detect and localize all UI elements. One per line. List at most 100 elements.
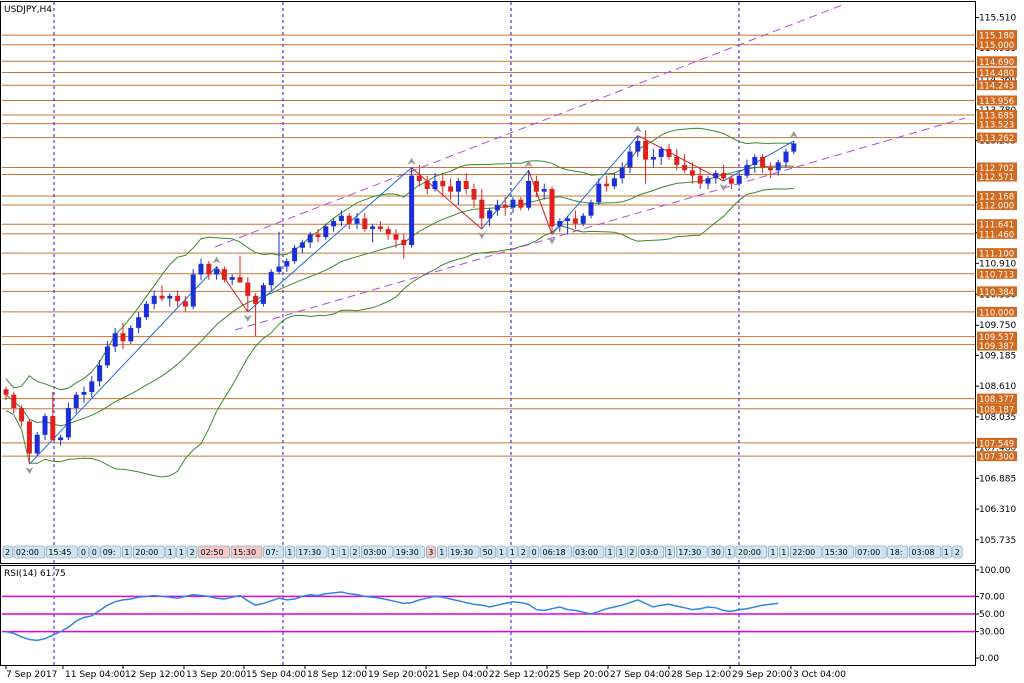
- level-price-label-text: 113.262: [979, 134, 1014, 144]
- event-tag[interactable]: 1: [605, 545, 616, 559]
- event-tag[interactable]: 02:00: [13, 545, 46, 559]
- event-tag[interactable]: 2: [350, 545, 361, 559]
- event-tag[interactable]: 50: [480, 545, 496, 559]
- event-tag[interactable]: 1: [496, 545, 507, 559]
- event-tag-text: 30: [711, 548, 721, 557]
- event-tag[interactable]: 19:30: [393, 545, 426, 559]
- candle-body: [455, 180, 461, 192]
- event-tags[interactable]: 2 02:00 15:45 0 0 09: 1 20:00 1 1 2 02:50 15:30 07: 1 1…: [2, 545, 963, 559]
- event-tag[interactable]: 1: [176, 545, 187, 559]
- event-tag[interactable]: 15:45: [46, 545, 78, 559]
- event-tag[interactable]: 17:30: [295, 545, 328, 559]
- event-tag[interactable]: 1: [507, 545, 518, 559]
- event-tag[interactable]: 18:: [887, 545, 909, 559]
- rsi-tick-label: 0.00: [979, 654, 999, 664]
- event-tag[interactable]: 06:18: [540, 545, 572, 559]
- event-tag-text: 0: [92, 548, 97, 557]
- candle-body: [276, 266, 282, 272]
- event-tag[interactable]: 17:30: [675, 545, 708, 559]
- candle-body: [549, 189, 555, 227]
- event-tag[interactable]: 07:: [263, 545, 285, 559]
- event-tag-text: 20:00: [135, 548, 158, 557]
- candle-body: [791, 143, 797, 152]
- event-tag[interactable]: 09:: [100, 545, 122, 559]
- event-tag[interactable]: 20:00: [735, 545, 768, 559]
- candle-body: [557, 221, 563, 227]
- candle-body: [214, 269, 220, 275]
- level-price-label-text: 115.000: [979, 41, 1014, 51]
- price-tick-label: 106.885: [979, 474, 1016, 484]
- event-tag-text: 2: [629, 548, 634, 557]
- level-price-label-text: 107.300: [979, 453, 1014, 463]
- event-tag-text: 0: [81, 548, 86, 557]
- event-tag[interactable]: 2: [518, 545, 529, 559]
- candle: [143, 301, 149, 320]
- price-tick-label: 110.910: [979, 259, 1016, 269]
- event-tag[interactable]: 1: [339, 545, 350, 559]
- event-tag[interactable]: 1: [724, 545, 735, 559]
- event-tag[interactable]: 1: [616, 545, 627, 559]
- candle-body: [728, 178, 734, 184]
- event-tag[interactable]: 03:00: [360, 545, 393, 559]
- candle-body: [580, 215, 586, 224]
- price-tick-label: 106.310: [979, 505, 1016, 515]
- event-tag[interactable]: 0: [89, 545, 100, 559]
- event-tag[interactable]: 1: [436, 545, 447, 559]
- event-tag-text: 03:00: [363, 548, 386, 557]
- event-tag[interactable]: 3: [425, 545, 436, 559]
- candle-body: [721, 172, 727, 179]
- event-tag-text: 1: [499, 548, 504, 557]
- time-tick-label: 19 Sep 20:00: [368, 670, 428, 680]
- level-price-label-text: 110.384: [979, 288, 1014, 298]
- event-tag[interactable]: 15:30: [822, 545, 855, 559]
- event-tag[interactable]: 1: [768, 545, 779, 559]
- candle-body: [744, 164, 750, 176]
- level-price-label-text: 108.187: [979, 405, 1014, 415]
- candle-body: [627, 151, 633, 168]
- event-tag[interactable]: 2: [626, 545, 637, 559]
- event-tag[interactable]: 2: [952, 545, 963, 559]
- event-tag[interactable]: 1: [664, 545, 675, 559]
- event-tag[interactable]: 2: [187, 545, 198, 559]
- event-tag[interactable]: 1: [165, 545, 176, 559]
- event-tag[interactable]: 1: [284, 545, 295, 559]
- event-tag[interactable]: 1: [122, 545, 133, 559]
- event-tag[interactable]: 2: [2, 545, 13, 559]
- event-tag[interactable]: 1: [941, 545, 952, 559]
- event-tag[interactable]: 1: [778, 545, 789, 559]
- level-price-label-text: 108.377: [979, 395, 1014, 405]
- event-tag[interactable]: 30: [708, 545, 724, 559]
- event-tag-text: 02:00: [16, 548, 39, 557]
- event-tag[interactable]: 0: [78, 545, 89, 559]
- event-tag-text: 1: [124, 548, 129, 557]
- event-tag-text: 15:30: [825, 548, 848, 557]
- event-tag[interactable]: 22:00: [789, 545, 822, 559]
- rsi-tick-label: 70.00: [979, 592, 1005, 602]
- candle: [588, 199, 594, 219]
- event-tag[interactable]: 15:30: [230, 545, 263, 559]
- candle-body: [315, 234, 321, 238]
- candle-body: [370, 226, 376, 230]
- event-tag[interactable]: 1: [328, 545, 339, 559]
- event-tag[interactable]: 0: [529, 545, 540, 559]
- candle-body: [81, 392, 87, 395]
- event-tag[interactable]: 03:00: [572, 545, 605, 559]
- event-tag[interactable]: 19:30: [447, 545, 480, 559]
- event-tag-text: 19:30: [450, 548, 473, 557]
- price-tick-label: 115.510: [979, 13, 1016, 23]
- event-tag[interactable]: 03:0: [637, 545, 665, 559]
- event-tag[interactable]: 02:50: [198, 545, 230, 559]
- level-price-label: 113.956: [977, 95, 1017, 107]
- usdjpy-h4-chart[interactable]: 2 02:00 15:45 0 0 09: 1 20:00 1 1 2 02:50 15:30 07: 1 1…: [0, 0, 1024, 683]
- candle-body: [260, 285, 266, 304]
- event-tag-text: 18:: [890, 548, 903, 557]
- event-tag[interactable]: 20:00: [133, 545, 165, 559]
- candle-body: [221, 269, 227, 280]
- level-price-label: 110.713: [977, 268, 1017, 280]
- event-tag[interactable]: 07:00: [854, 545, 887, 559]
- candle-body: [65, 408, 71, 438]
- event-tag[interactable]: 03:08: [909, 545, 941, 559]
- candle-body: [237, 277, 243, 283]
- event-tag-text: 06:18: [543, 548, 566, 557]
- candle: [128, 325, 134, 344]
